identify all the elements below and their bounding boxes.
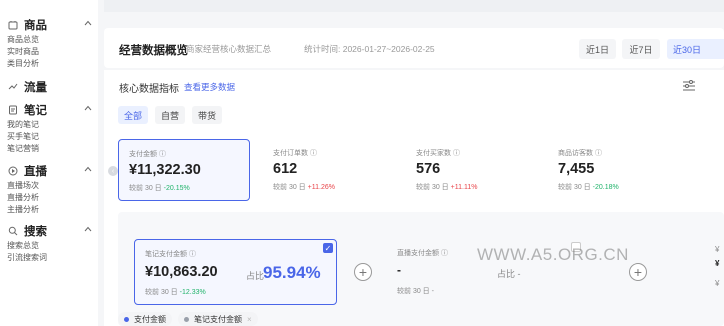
- sidebar-item-category-analysis[interactable]: 类目分析: [7, 58, 98, 70]
- metric-compare: 较前 30 日 -20.15%: [129, 185, 190, 192]
- sidebar-group-notes: 笔记 我的笔记 买手笔记 笔记营销: [0, 101, 98, 155]
- chevron-left-icon[interactable]: ‹: [108, 166, 118, 176]
- tab-self-operated[interactable]: 自营: [155, 106, 186, 124]
- ratio-label: 占比: [246, 271, 265, 281]
- legend-item-payment[interactable]: 支付金额: [118, 312, 172, 326]
- sub-metric-label: 笔记支付金额 ⓘ: [145, 251, 196, 258]
- metric-label: 支付订单数 ⓘ: [273, 150, 317, 157]
- metric-card-visitors[interactable]: 商品访客数 ⓘ 7,455 较前 30 日 -20.18%: [548, 139, 680, 201]
- chevron-up-icon[interactable]: [84, 225, 92, 233]
- sidebar-item-realtime-product[interactable]: 实时商品: [7, 46, 98, 58]
- metric-value: ¥11,322.30: [129, 162, 201, 178]
- range-7d-button[interactable]: 近7日: [622, 39, 660, 59]
- sidebar-item-buyer-notes[interactable]: 买手笔记: [7, 131, 98, 143]
- metric-change: -20.15%: [163, 185, 190, 192]
- app-root: 商品 商品总览 实时商品 类目分析 流量 笔记 我的笔记 买手笔记 笔记营销 直…: [0, 0, 724, 326]
- tab-all[interactable]: 全部: [118, 106, 149, 124]
- search-icon: [7, 225, 19, 237]
- more-data-link[interactable]: 查看更多数据: [184, 81, 235, 93]
- metric-value: 7,455: [558, 161, 595, 177]
- sub-metric-value: -: [397, 263, 401, 277]
- page-subtitle: 商家经营核心数据汇总: [186, 44, 272, 54]
- sidebar: 商品 商品总览 实时商品 类目分析 流量 笔记 我的笔记 买手笔记 笔记营销 直…: [0, 0, 98, 326]
- legend-dot: [124, 316, 129, 322]
- sidebar-head-traffic[interactable]: 流量: [7, 78, 98, 96]
- sidebar-item-live-analysis[interactable]: 直播分析: [7, 192, 98, 204]
- sidebar-item-live-sessions[interactable]: 直播场次: [7, 180, 98, 192]
- add-metric-button[interactable]: +: [354, 263, 372, 281]
- sub-metric-compare: 较前 30 日 -12.33%: [145, 289, 206, 296]
- sub-card-note-payment[interactable]: 笔记支付金额 ⓘ ¥10,863.20 占比 95.94% 较前 30 日 -1…: [134, 239, 337, 305]
- product-icon: [7, 19, 19, 31]
- metric-card-payment-amount[interactable]: 支付金额 ⓘ ¥11,322.30 较前 30 日 -20.15%: [118, 139, 250, 201]
- sidebar-item-product-overview[interactable]: 商品总览: [7, 34, 98, 46]
- sidebar-head-label: 笔记: [24, 105, 47, 117]
- metric-change: +11.11%: [450, 184, 478, 191]
- close-icon[interactable]: ×: [247, 315, 252, 324]
- truncated-card-label: ¥: [715, 245, 720, 254]
- metric-card-buyers[interactable]: 支付买家数 ⓘ 576 较前 30 日 +11.11%: [406, 139, 538, 201]
- checkbox-checked-icon[interactable]: ✓: [323, 243, 333, 253]
- live-icon: [7, 165, 19, 177]
- channel-tabs: 全部 自营 带货: [118, 106, 223, 124]
- sidebar-head-label: 搜索: [24, 226, 47, 238]
- sidebar-item-host-analysis[interactable]: 主播分析: [7, 204, 98, 216]
- sidebar-group-search: 搜索 搜索总览 引流搜索词: [0, 222, 98, 264]
- metric-compare: 较前 30 日 +11.26%: [273, 184, 335, 191]
- range-1d-button[interactable]: 近1日: [579, 39, 616, 59]
- sidebar-head-label: 直播: [24, 166, 47, 178]
- truncated-card-value: ¥: [715, 259, 720, 268]
- sidebar-group-live: 直播 直播场次 直播分析 主播分析: [0, 162, 98, 216]
- ratio-value: 95.94%: [263, 263, 321, 282]
- chevron-up-icon[interactable]: [84, 165, 92, 173]
- top-strip: [104, 0, 724, 12]
- traffic-icon: [7, 81, 19, 93]
- sidebar-head-notes[interactable]: 笔记: [7, 101, 98, 119]
- overview-header: 经营数据概览 商家经营核心数据汇总 统计时间: 2026-01-27~2026-…: [104, 28, 724, 68]
- note-icon: [7, 104, 19, 116]
- sidebar-head-search[interactable]: 搜索: [7, 222, 98, 240]
- metric-label: 支付买家数 ⓘ: [416, 150, 460, 157]
- sidebar-item-my-notes[interactable]: 我的笔记: [7, 119, 98, 131]
- chevron-up-icon[interactable]: [84, 104, 92, 112]
- legend-dot: [184, 316, 189, 322]
- sidebar-item-note-marketing[interactable]: 笔记营销: [7, 143, 98, 155]
- metric-change: +11.26%: [307, 184, 335, 191]
- page-title: 经营数据概览: [119, 45, 188, 57]
- legend-item-note-payment[interactable]: 笔记支付金额 ×: [178, 312, 258, 326]
- sidebar-item-search-overview[interactable]: 搜索总览: [7, 240, 98, 252]
- metric-compare: 较前 30 日 +11.11%: [416, 184, 478, 191]
- range-30d-button[interactable]: 近30日: [667, 39, 724, 59]
- add-metric-button[interactable]: +: [629, 263, 647, 281]
- sidebar-group-traffic: 流量: [0, 78, 98, 96]
- sidebar-item-search-keywords[interactable]: 引流搜索词: [7, 252, 98, 264]
- sub-metric-value: ¥10,863.20: [145, 264, 218, 280]
- main-area: 经营数据概览 商家经营核心数据汇总 统计时间: 2026-01-27~2026-…: [104, 0, 724, 326]
- sidebar-head-label: 流量: [24, 82, 47, 94]
- sidebar-head-live[interactable]: 直播: [7, 162, 98, 180]
- core-metrics-card: 核心数据指标 查看更多数据 全部 自营 带货 ‹ 支付金额 ⓘ ¥11,322.…: [104, 70, 724, 326]
- chart-legend: 支付金额 笔记支付金额 ×: [118, 312, 258, 326]
- metric-value: 612: [273, 161, 298, 177]
- sidebar-group-product: 商品 商品总览 实时商品 类目分析: [0, 16, 98, 70]
- sub-metric-label: 直播支付金额 ⓘ: [397, 250, 448, 257]
- metric-compare: 较前 30 日 -20.18%: [558, 184, 619, 191]
- metric-label: 商品访客数 ⓘ: [558, 150, 602, 157]
- sub-metrics-panel: 笔记支付金额 ⓘ ¥10,863.20 占比 95.94% 较前 30 日 -1…: [118, 212, 724, 326]
- watermark: WWW.A5.ORG.CN: [477, 245, 629, 264]
- metric-card-orders[interactable]: 支付订单数 ⓘ 612 较前 30 日 +11.26%: [263, 139, 395, 201]
- stat-time: 统计时间: 2026-01-27~2026-02-25: [304, 44, 435, 54]
- ratio-label: 占比 -: [497, 269, 521, 279]
- sidebar-head-product[interactable]: 商品: [7, 16, 98, 34]
- tab-affiliate[interactable]: 带货: [192, 106, 223, 124]
- chevron-up-icon[interactable]: [84, 19, 92, 27]
- sub-metric-compare: 较前 30 日 -: [397, 288, 434, 295]
- metric-label: 支付金额 ⓘ: [129, 151, 166, 158]
- sidebar-head-label: 商品: [24, 20, 47, 32]
- metric-value: 576: [416, 161, 441, 177]
- section-title: 核心数据指标: [119, 84, 179, 95]
- metric-change: -20.18%: [592, 184, 619, 191]
- filter-icon[interactable]: [682, 80, 696, 92]
- truncated-card-compare: ¥: [715, 279, 720, 288]
